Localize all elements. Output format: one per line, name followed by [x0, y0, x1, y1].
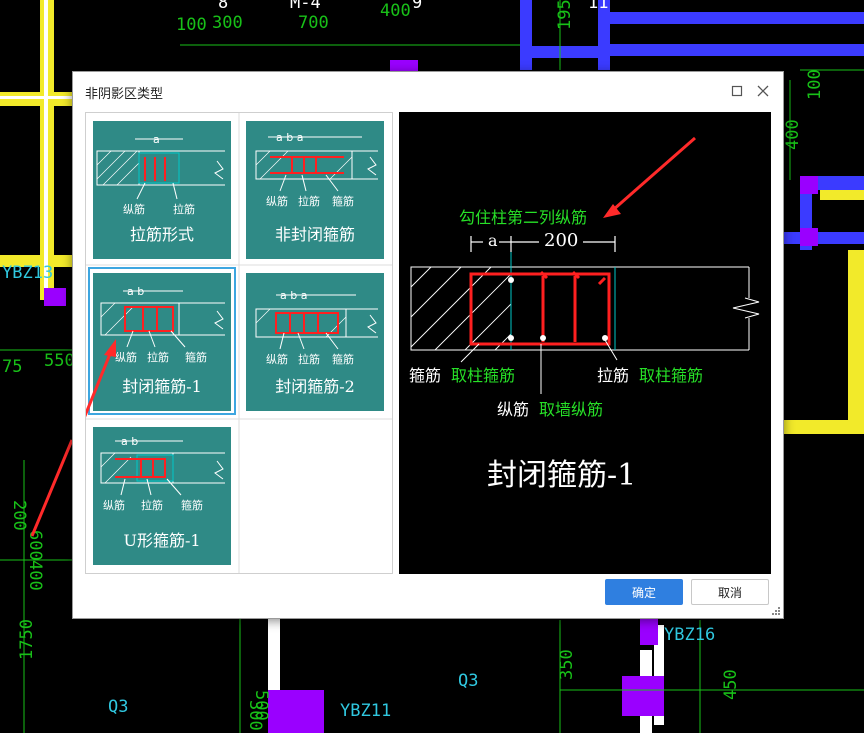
dim-label: a b a	[280, 289, 308, 302]
bg-wall-label: Q3	[108, 697, 128, 717]
tile-u-stirrup-1[interactable]: a b 纵筋 拉筋 箍筋 U形箍筋-1	[88, 421, 236, 569]
tile-card: a b a 纵筋 拉筋 箍筋 封闭箍筋-2	[246, 273, 384, 411]
maximize-icon[interactable]	[727, 81, 747, 101]
tie-bar-diagram	[96, 138, 225, 200]
preview-dim-a: a	[488, 231, 498, 250]
tile-card: a b 纵筋 拉筋 箍筋 封闭箍筋-1	[93, 273, 231, 411]
sub-label-longitudinal: 纵筋	[123, 203, 145, 216]
type-gallery: a 纵筋 拉筋 拉筋形式 a b a 纵筋 拉筋 箍筋 非封闭箍筋 a b 纵筋…	[85, 112, 393, 574]
preview-diagram	[410, 136, 760, 394]
ok-button[interactable]: 确定	[605, 579, 683, 605]
sub-label-tie: 拉筋	[298, 353, 320, 366]
bg-dim-label: 400	[783, 119, 803, 150]
tile-label: U形箍筋-1	[123, 531, 201, 550]
bg-axis-label: M-4	[290, 0, 321, 13]
bg-dim-label: 400	[380, 1, 411, 21]
preview-label-longitudinal: 纵筋	[497, 400, 530, 419]
dialog-titlebar[interactable]: 非阴影区类型	[73, 72, 783, 110]
bg-dim-label: 550	[44, 351, 75, 371]
bg-column-label: YBZ11	[340, 701, 391, 721]
bg-dim-label: 200	[9, 500, 29, 531]
dim-label: a b	[127, 285, 145, 298]
sub-label-longitudinal: 纵筋	[103, 499, 125, 512]
bg-dim-label: 100	[176, 15, 207, 35]
sub-label-longitudinal: 纵筋	[266, 353, 288, 366]
preview-label-longitudinal-source: 取墙纵筋	[539, 400, 604, 419]
close-icon[interactable]	[753, 81, 773, 101]
bg-dim-label: 75	[2, 357, 22, 377]
tile-label: 非封闭箍筋	[274, 225, 355, 244]
bg-dim-label: 700	[298, 13, 329, 33]
tile-label: 封闭箍筋-1	[122, 377, 202, 396]
bg-dim-label: 300	[212, 13, 243, 33]
preview-title: 封闭箍筋-1	[487, 458, 637, 493]
preview-note: 勾住柱第二列纵筋	[459, 208, 588, 227]
bg-dim-label: 400	[25, 560, 45, 591]
preview-panel: 勾住柱第二列纵筋 a 200 箍筋 取柱箍筋 拉筋 取柱箍筋 纵筋 取墙纵筋 封…	[399, 112, 771, 574]
dim-label: a	[153, 133, 160, 146]
preview-dim-b: 200	[544, 230, 579, 251]
bg-column-label: YBZ16	[664, 625, 715, 645]
preview-label-stirrup: 箍筋	[409, 366, 442, 385]
dim-label: a b	[121, 435, 139, 448]
bg-column-label: YBZ13	[2, 263, 53, 283]
rebar-type-dialog: 非阴影区类型 a 纵筋 拉筋 拉筋形式 a b a 纵筋 拉筋 箍筋 非封闭箍筋…	[72, 71, 784, 619]
preview-label-stirrup-source: 取柱箍筋	[451, 366, 516, 385]
tile-label: 封闭箍筋-2	[275, 377, 355, 396]
bg-axis-label: 9	[412, 0, 422, 13]
dialog-title: 非阴影区类型	[85, 87, 164, 102]
sub-label-stirrup: 箍筋	[332, 353, 354, 366]
tile-open-stirrup[interactable]: a b a 纵筋 拉筋 箍筋 非封闭箍筋	[241, 115, 389, 263]
sub-label-stirrup: 箍筋	[332, 195, 354, 208]
sub-label-longitudinal: 纵筋	[266, 195, 288, 208]
preview-label-tie-source: 取柱箍筋	[639, 366, 704, 385]
bg-dim-label: 350	[557, 649, 577, 680]
bg-dim-label: 1750	[17, 619, 37, 660]
dim-label: a b a	[276, 131, 304, 144]
bg-axis-label: 11	[588, 0, 608, 13]
bg-dim-label: 600	[25, 530, 45, 561]
sub-label-longitudinal: 纵筋	[115, 351, 137, 364]
cancel-button[interactable]: 取消	[691, 579, 769, 605]
tile-closed-stirrup-2[interactable]: a b a 纵筋 拉筋 箍筋 封闭箍筋-2	[241, 267, 389, 415]
sub-label-stirrup: 箍筋	[181, 499, 203, 512]
sub-label-tie: 拉筋	[298, 195, 320, 208]
tile-card: a b a 纵筋 拉筋 箍筋 非封闭箍筋	[246, 121, 384, 259]
sub-label-tie: 拉筋	[173, 203, 195, 216]
resize-grip-icon[interactable]	[772, 607, 780, 615]
bg-dim-label: 1950	[555, 0, 575, 30]
bg-axis-label: 8	[218, 0, 228, 13]
sub-label-tie: 拉筋	[141, 499, 163, 512]
tile-closed-stirrup-1[interactable]: a b 纵筋 拉筋 箍筋 封闭箍筋-1	[88, 267, 236, 415]
preview-label-tie: 拉筋	[597, 366, 630, 385]
tile-label: 拉筋形式	[129, 225, 194, 244]
tile-tie-bar-form[interactable]: a 纵筋 拉筋 拉筋形式	[88, 115, 236, 263]
sub-label-stirrup: 箍筋	[185, 351, 207, 364]
tile-card: a b 纵筋 拉筋 箍筋 U形箍筋-1	[93, 427, 231, 565]
sub-label-tie: 拉筋	[147, 351, 169, 364]
tile-card: a 纵筋 拉筋 拉筋形式	[93, 121, 231, 259]
bg-dim-label: 100	[805, 69, 825, 100]
bg-dim-label: 450	[721, 669, 741, 700]
bg-dim-label: 500	[251, 690, 271, 721]
bg-wall-label: Q3	[458, 671, 478, 691]
